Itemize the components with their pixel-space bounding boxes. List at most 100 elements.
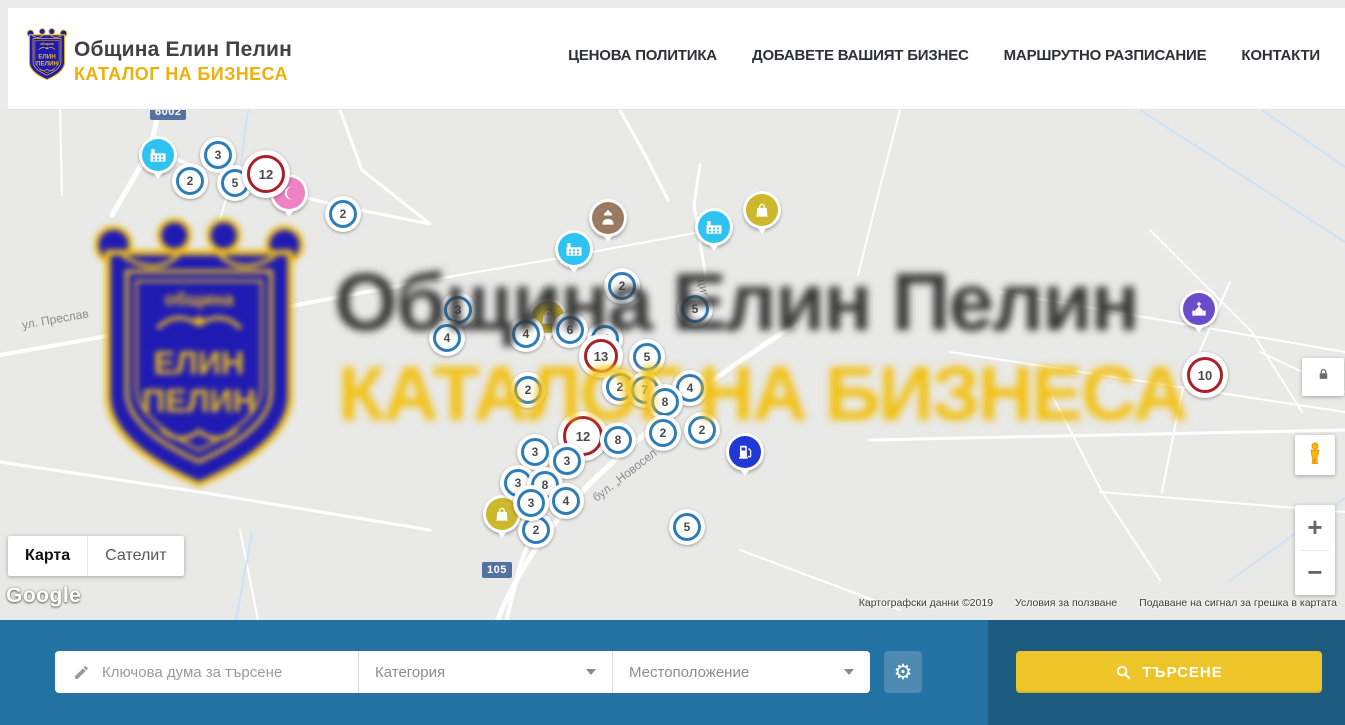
map-type-satellite-button[interactable]: Сателит bbox=[87, 536, 183, 576]
map-pin-factory[interactable] bbox=[555, 230, 593, 268]
map-pin-church[interactable] bbox=[1180, 290, 1218, 328]
zoom-control: + − bbox=[1295, 505, 1335, 595]
cluster-count: 5 bbox=[684, 520, 691, 534]
search-button[interactable]: ТЪРСЕНЕ bbox=[1016, 651, 1322, 693]
cluster-count: 10 bbox=[1198, 368, 1212, 383]
road-badge: 105 bbox=[482, 562, 512, 578]
cluster-count: 8 bbox=[662, 395, 669, 409]
cluster-count: 2 bbox=[340, 207, 347, 221]
map-cluster-marker[interactable]: 2 bbox=[510, 372, 546, 408]
nav-item-1[interactable]: ЦЕНОВА ПОЛИТИКА bbox=[568, 47, 717, 64]
site-title-block: Община Елин Пелин КАТАЛОГ НА БИЗНЕСА bbox=[74, 38, 292, 85]
factory-icon bbox=[698, 211, 730, 243]
attribution-link[interactable]: Условия за ползване bbox=[1015, 597, 1117, 609]
map-cluster-marker[interactable]: 4 bbox=[429, 320, 465, 356]
cluster-count: 4 bbox=[687, 381, 694, 395]
cluster-count: 8 bbox=[615, 433, 622, 447]
lock-icon bbox=[1316, 366, 1331, 388]
map-cluster-marker[interactable]: 10 bbox=[1182, 352, 1228, 398]
nav-item-2[interactable]: ДОБАВЕТЕ ВАШИЯТ БИЗНЕС bbox=[752, 47, 969, 64]
cluster-count: 2 bbox=[525, 383, 532, 397]
site-subtitle: КАТАЛОГ НА БИЗНЕСА bbox=[74, 64, 292, 85]
keyword-search-input[interactable] bbox=[102, 664, 346, 681]
map-canvas[interactable]: 6002105ул. Преславбул. „Новоселции"32512… bbox=[0, 110, 1345, 620]
map-cluster-marker[interactable]: 2 bbox=[604, 268, 640, 304]
map-objects: 6002105ул. Преславбул. „Новоселции"32512… bbox=[0, 110, 1345, 620]
map-pin-worker[interactable] bbox=[589, 199, 627, 237]
cluster-count: 3 bbox=[532, 445, 539, 459]
cluster-count: 3 bbox=[564, 454, 571, 468]
page-edge-left bbox=[0, 0, 8, 110]
factory-icon bbox=[558, 233, 590, 265]
search-button-label: ТЪРСЕНЕ bbox=[1142, 664, 1223, 681]
main-nav: ЦЕНОВА ПОЛИТИКА ДОБАВЕТЕ ВАШИЯТ БИЗНЕС МАР… bbox=[568, 0, 1320, 110]
attribution-text: Картографски данни ©2019 bbox=[859, 597, 993, 609]
chevron-down-icon bbox=[586, 669, 596, 675]
road-badge: 6002 bbox=[150, 110, 186, 120]
map-attribution: Картографски данни ©2019 Условия за ползв… bbox=[859, 597, 1337, 609]
zoom-out-button[interactable]: − bbox=[1295, 550, 1335, 595]
gear-icon: ⚙ bbox=[894, 662, 913, 683]
map-cluster-marker[interactable]: 5 bbox=[669, 509, 705, 545]
cluster-count: 2 bbox=[699, 423, 706, 437]
cluster-count: 3 bbox=[215, 148, 222, 162]
cluster-count: 3 bbox=[455, 303, 462, 317]
map-cluster-marker[interactable]: 2 bbox=[645, 415, 681, 451]
map-pin-factory[interactable] bbox=[695, 208, 733, 246]
search-button-panel: ТЪРСЕНЕ bbox=[988, 620, 1345, 725]
cluster-count: 5 bbox=[644, 350, 651, 364]
search-bar: ТЪРСЕНЕ Категория Местоположение ⚙ bbox=[0, 620, 1345, 725]
page-edge-top bbox=[0, 0, 1345, 8]
church-icon bbox=[1183, 293, 1215, 325]
factory-icon bbox=[142, 139, 174, 171]
nav-item-4[interactable]: КОНТАКТИ bbox=[1241, 47, 1320, 64]
cluster-count: 12 bbox=[259, 167, 273, 182]
map-pin-fuel[interactable] bbox=[726, 433, 764, 471]
pegman-icon bbox=[1303, 440, 1327, 471]
cluster-count: 3 bbox=[528, 496, 535, 510]
street-label: ул. Преслав bbox=[21, 306, 90, 331]
map-cluster-marker[interactable]: 2 bbox=[172, 163, 208, 199]
search-icon bbox=[1115, 664, 1132, 681]
map-cluster-marker[interactable]: 2 bbox=[684, 412, 720, 448]
cluster-count: 5 bbox=[692, 302, 699, 316]
map-cluster-marker[interactable]: 8 bbox=[600, 422, 636, 458]
header: Община Елин Пелин КАТАЛОГ НА БИЗНЕСА ЦЕН… bbox=[0, 0, 1345, 110]
map-cluster-marker[interactable]: 4 bbox=[548, 483, 584, 519]
cluster-count: 13 bbox=[594, 349, 608, 364]
cluster-count: 5 bbox=[232, 176, 239, 190]
zoom-in-button[interactable]: + bbox=[1295, 505, 1335, 550]
municipality-logo[interactable] bbox=[25, 26, 69, 84]
advanced-search-button[interactable]: ⚙ bbox=[884, 651, 922, 693]
map-cluster-marker[interactable]: 2 bbox=[325, 196, 361, 232]
cluster-count: 4 bbox=[444, 331, 451, 345]
cluster-count: 4 bbox=[563, 494, 570, 508]
map-type-control: Карта Сателит bbox=[8, 536, 184, 576]
map-pin-factory[interactable] bbox=[139, 136, 177, 174]
cluster-count: 6 bbox=[567, 323, 574, 337]
location-dropdown[interactable]: Местоположение bbox=[612, 651, 870, 693]
street-view-lock-button[interactable] bbox=[1302, 358, 1344, 396]
map-type-map-button[interactable]: Карта bbox=[8, 536, 87, 576]
map-cluster-marker[interactable]: 5 bbox=[677, 291, 713, 327]
google-logo[interactable]: Google bbox=[6, 584, 81, 608]
map-cluster-marker[interactable]: 4 bbox=[508, 316, 544, 352]
cluster-count: 2 bbox=[533, 523, 540, 537]
map-cluster-marker[interactable]: 12 bbox=[242, 150, 290, 198]
site-title: Община Елин Пелин bbox=[74, 38, 292, 62]
fuel-icon bbox=[729, 436, 761, 468]
pegman-button[interactable] bbox=[1295, 435, 1335, 475]
search-group: Категория Местоположение bbox=[55, 651, 870, 693]
location-dropdown-label: Местоположение bbox=[629, 664, 749, 681]
category-dropdown[interactable]: Категория bbox=[358, 651, 612, 693]
map-pin-bag[interactable] bbox=[743, 191, 781, 229]
map-cluster-marker[interactable]: 3 bbox=[513, 485, 549, 521]
map-cluster-marker[interactable]: 5 bbox=[629, 339, 665, 375]
cluster-count: 4 bbox=[523, 327, 530, 341]
cluster-count: 2 bbox=[187, 174, 194, 188]
worker-icon bbox=[592, 202, 624, 234]
attribution-link[interactable]: Подаване на сигнал за грешка в картата bbox=[1139, 597, 1337, 609]
chevron-down-icon bbox=[844, 669, 854, 675]
category-dropdown-label: Категория bbox=[375, 664, 445, 681]
nav-item-3[interactable]: МАРШРУТНО РАЗПИСАНИЕ bbox=[1004, 47, 1207, 64]
